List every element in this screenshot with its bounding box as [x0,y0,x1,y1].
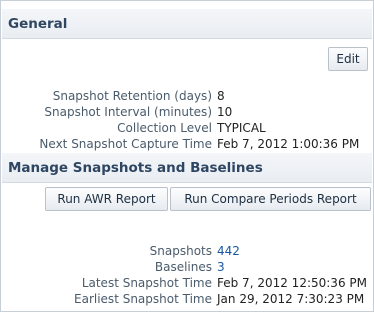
field-value: 10 [217,105,233,119]
field-label: Snapshots [149,244,212,258]
baselines-count-link[interactable]: 3 [217,259,225,275]
snapshots-count-link[interactable]: 442 [217,243,240,259]
field-baselines: Baselines 3 [1,259,374,275]
field-snapshot-retention: Snapshot Retention (days) 8 [1,88,374,104]
report-button-group: Run AWR Report Run Compare Periods Repor… [45,184,373,214]
edit-button[interactable]: Edit [328,47,368,71]
field-label: Collection Level [117,121,212,135]
field-value: Feb 7, 2012 12:50:36 PM [217,276,367,290]
run-compare-periods-report-button[interactable]: Run Compare Periods Report [170,187,371,211]
field-label: Baselines [154,260,212,274]
field-value: Jan 29, 2012 7:30:23 PM [217,292,365,306]
field-next-capture-time: Next Snapshot Capture Time Feb 7, 2012 1… [1,136,374,152]
general-section-header: General [2,9,372,39]
general-section-title: General [8,16,68,32]
manage-section-title: Manage Snapshots and Baselines [8,160,263,176]
field-value: Feb 7, 2012 1:00:36 PM [217,137,360,151]
field-collection-level: Collection Level TYPICAL [1,120,374,136]
field-label: Snapshot Interval (minutes) [44,105,212,119]
field-label: Earliest Snapshot Time [74,292,212,306]
field-value: TYPICAL [217,121,266,135]
field-earliest-snapshot-time: Earliest Snapshot Time Jan 29, 2012 7:30… [1,291,374,307]
field-snapshot-interval: Snapshot Interval (minutes) 10 [1,104,374,120]
field-label: Snapshot Retention (days) [52,89,212,103]
field-latest-snapshot-time: Latest Snapshot Time Feb 7, 2012 12:50:3… [1,275,374,291]
field-label: Latest Snapshot Time [81,276,212,290]
field-snapshots: Snapshots 442 [1,243,374,259]
manage-section-header: Manage Snapshots and Baselines [2,153,372,183]
field-value: 8 [217,89,225,103]
run-awr-report-button[interactable]: Run AWR Report [45,187,168,211]
awr-panel: General Edit Snapshot Retention (days) 8… [0,0,374,312]
field-label: Next Snapshot Capture Time [39,137,212,151]
